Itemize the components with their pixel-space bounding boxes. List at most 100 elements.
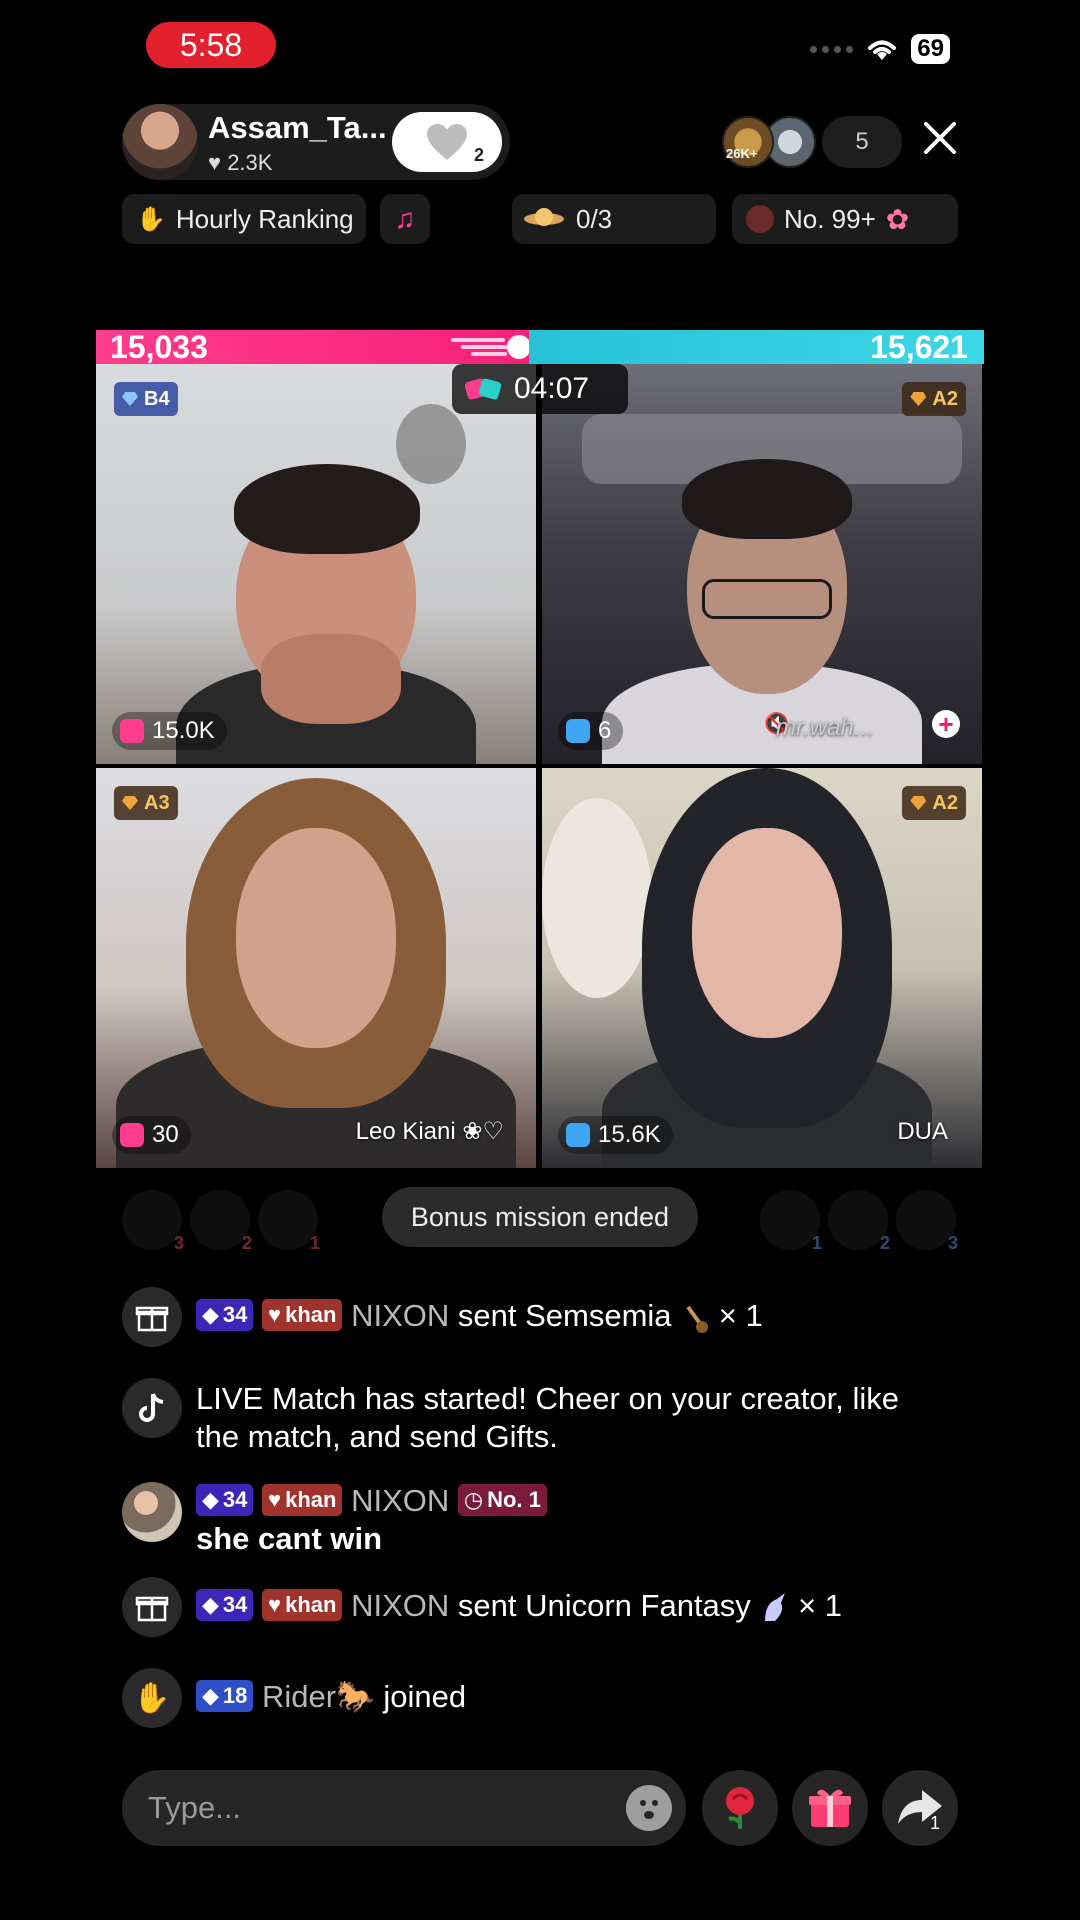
left-team-score-bar: 15,033 [96, 329, 531, 365]
gift-multiplier: × 1 [718, 1298, 763, 1333]
tile-score: 6 [558, 712, 624, 750]
comment-input[interactable]: Type... [122, 1770, 686, 1846]
video-tile-host[interactable]: B4 15.0K [96, 364, 536, 764]
tile-score-value: 15.6K [598, 1121, 661, 1148]
supporter-rank: 2 [879, 1233, 890, 1253]
host-profile-pill[interactable]: Assam_Ta... ♥ 2.3K 2 [122, 104, 510, 180]
supporter-avatar[interactable]: 2 [190, 1190, 252, 1253]
unicorn-gift-icon [765, 1592, 786, 1621]
streak-icon [451, 335, 531, 359]
level-badge: ◆ 34 [196, 1483, 254, 1516]
chat-username[interactable]: NIXON [351, 1483, 449, 1518]
battery-level: 69 [911, 34, 950, 64]
rank-badge-label: A2 [932, 791, 958, 814]
mission-progress: 0/3 [576, 203, 613, 234]
video-tile-guest-1[interactable]: A2 6 🔇 mr.wah... + [542, 364, 982, 764]
tile-score: 30 [112, 1116, 191, 1154]
tile-username[interactable]: Leo Kiani ❀♡ [356, 1117, 504, 1146]
music-chip[interactable]: ♫ [380, 194, 430, 244]
chat-username[interactable]: NIXON [351, 1588, 449, 1623]
rank-badge-label: A3 [144, 791, 170, 814]
alarm-icon [120, 719, 144, 743]
wave-hand-icon: ✋ [122, 1668, 182, 1728]
alarm-icon: ◷ [463, 1486, 484, 1512]
top-gifter-rank: No. 1 [487, 1486, 541, 1512]
rose-icon [726, 1787, 754, 1829]
supporter-avatar[interactable]: 1 [760, 1190, 822, 1253]
status-time: 5:58 [146, 22, 276, 68]
gift-button[interactable] [792, 1770, 868, 1846]
chat-join-message: ✋ ◆ 18 Rider🐎 joined [122, 1668, 466, 1728]
follow-count: 2 [473, 145, 484, 165]
hourly-ranking-chip[interactable]: ✋ Hourly Ranking [122, 194, 366, 244]
comment-text: she cant win [196, 1521, 383, 1556]
diamond-icon: ◆ [202, 1486, 219, 1512]
supporter-avatar[interactable]: 3 [122, 1190, 184, 1253]
tile-username[interactable]: mr.wah... [776, 714, 874, 742]
battle-icon [464, 378, 502, 400]
chat-username[interactable]: Rider🐎 [262, 1679, 375, 1714]
fan-club-name: khan [285, 1486, 337, 1512]
supporter-avatar[interactable]: 2 [828, 1190, 890, 1253]
person-face [236, 828, 396, 1048]
level-value: 18 [222, 1682, 248, 1708]
rose-gift-button[interactable] [702, 1770, 778, 1846]
share-count: 1 [929, 1813, 940, 1833]
rank-number-chip[interactable]: No. 99+ ✿ [732, 194, 958, 244]
person-hand [261, 634, 401, 724]
fan-club-badge: ♥ khan [262, 1298, 343, 1331]
diamond-icon: ◆ [202, 1591, 219, 1617]
comment-input-placeholder: Type... [148, 1790, 242, 1825]
rank-badge: A2 [902, 382, 966, 416]
rank-number: No. 99+ [784, 203, 876, 234]
chat-username[interactable]: NIXON [351, 1298, 449, 1333]
tile-username[interactable]: DUA [897, 1118, 948, 1146]
heart-icon: ♥ [268, 1486, 282, 1512]
right-team-score: 15,621 [870, 329, 968, 365]
viewer-group[interactable]: 26K+ 5 [722, 116, 902, 168]
cellular-signal-icon [810, 45, 854, 53]
heart-icon: ♥ [268, 1301, 282, 1327]
level-value: 34 [222, 1301, 248, 1327]
level-badge: ◆ 34 [196, 1588, 254, 1621]
flower-icon: ✿ [885, 203, 910, 235]
host-likes-count: 2.3K [227, 150, 273, 175]
person-hair [682, 459, 852, 539]
planet-icon [524, 208, 564, 226]
rank-badge: B4 [114, 382, 178, 416]
tiktok-icon [122, 1378, 182, 1438]
music-note-icon: ♫ [394, 203, 416, 234]
rank-badge: A2 [902, 786, 966, 820]
fan-club-name: khan [285, 1591, 337, 1617]
video-tile-guest-3[interactable]: A2 15.6K DUA [542, 768, 982, 1168]
emoji-icon[interactable] [626, 1785, 672, 1831]
diamond-icon [122, 392, 138, 406]
left-team-score: 15,033 [110, 329, 208, 365]
right-team-score-bar: 15,621 [529, 330, 984, 364]
level-value: 34 [222, 1591, 248, 1617]
video-tile-guest-2[interactable]: A3 30 Leo Kiani ❀♡ [96, 768, 536, 1168]
commenter-avatar[interactable] [122, 1482, 182, 1542]
follow-plus-button[interactable]: + [932, 710, 960, 738]
follow-button[interactable]: 2 [392, 112, 502, 172]
host-avatar[interactable] [122, 104, 198, 180]
supporter-avatar[interactable]: 3 [896, 1190, 958, 1253]
supporter-avatar[interactable]: 1 [258, 1190, 320, 1253]
chat-comment: ◆ 34 ♥ khan NIXON ◷ No. 1 she cant win [122, 1482, 547, 1558]
fan-club-name: khan [285, 1301, 337, 1327]
left-top-supporters: 3 2 1 [122, 1190, 320, 1253]
chat-text: joined [383, 1679, 467, 1714]
close-icon[interactable] [920, 118, 960, 158]
heart-icon [427, 124, 467, 160]
share-button[interactable]: 1 [882, 1770, 958, 1846]
level-badge: ◆ 18 [196, 1679, 254, 1712]
viewer-avatar[interactable]: 26K+ [722, 116, 774, 168]
chat-system-message: LIVE Match has started! Cheer on your cr… [122, 1378, 916, 1456]
mission-chip[interactable]: 0/3 [512, 194, 716, 244]
alarm-icon [566, 719, 590, 743]
viewer-count[interactable]: 5 [822, 116, 902, 168]
tile-score-value: 6 [598, 717, 612, 744]
status-indicators: 69 [810, 34, 950, 64]
supporter-rank: 3 [173, 1233, 184, 1253]
wall-clock [396, 404, 466, 484]
